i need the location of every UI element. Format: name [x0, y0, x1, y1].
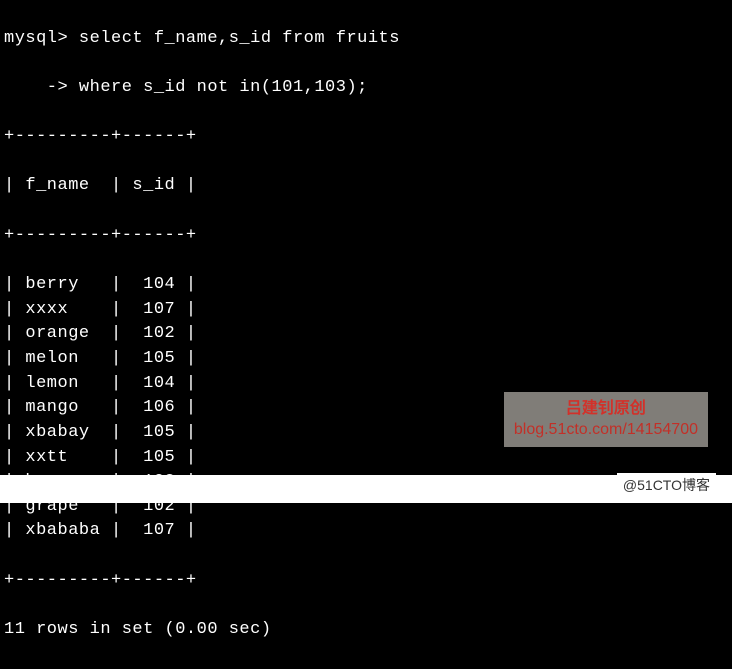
table-row: | berry | 104 | — [4, 273, 728, 298]
query-line-1: mysql> select f_name,s_id from fruits — [4, 27, 728, 52]
table-border-mid: +---------+------+ — [4, 224, 728, 249]
table-row: | xbababa | 107 | — [4, 519, 728, 544]
table-row: | orange | 102 | — [4, 322, 728, 347]
mysql-terminal[interactable]: mysql> select f_name,s_id from fruits ->… — [0, 0, 732, 669]
table-row: | xxxx | 107 | — [4, 298, 728, 323]
table-header: | f_name | s_id | — [4, 174, 728, 199]
table-row: | melon | 105 | — [4, 347, 728, 372]
watermark-author: 吕建钊原创 — [514, 398, 698, 420]
table-border-top: +---------+------+ — [4, 125, 728, 150]
watermark-url: blog.51cto.com/14154700 — [514, 419, 698, 441]
result-status: 11 rows in set (0.00 sec) — [4, 618, 728, 643]
attribution: @51CTO博客 — [617, 473, 716, 497]
table-border-bottom: +---------+------+ — [4, 569, 728, 594]
watermark: 吕建钊原创 blog.51cto.com/14154700 — [504, 392, 708, 447]
table-row: | xxtt | 105 | — [4, 446, 728, 471]
query-line-2: -> where s_id not in(101,103); — [4, 76, 728, 101]
